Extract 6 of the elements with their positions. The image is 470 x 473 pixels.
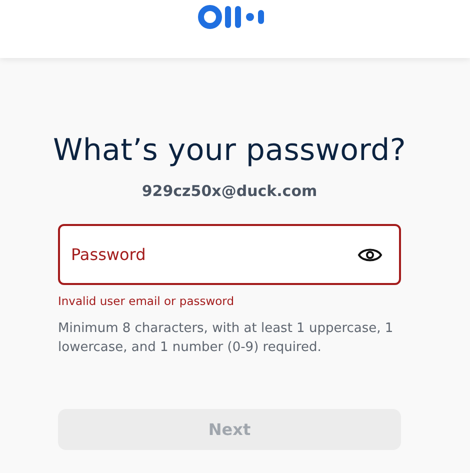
error-message: Invalid user email or password — [58, 294, 236, 308]
password-field[interactable]: Password — [58, 224, 401, 285]
eye-icon[interactable] — [357, 246, 383, 264]
page-title: What’s your password? — [52, 133, 408, 168]
email-text: 929cz50x@duck.com — [140, 182, 318, 200]
hint-text: Minimum 8 characters, with at least 1 uppercase, 1 lowercase, and 1 number (0-9) required. — [58, 320, 394, 357]
